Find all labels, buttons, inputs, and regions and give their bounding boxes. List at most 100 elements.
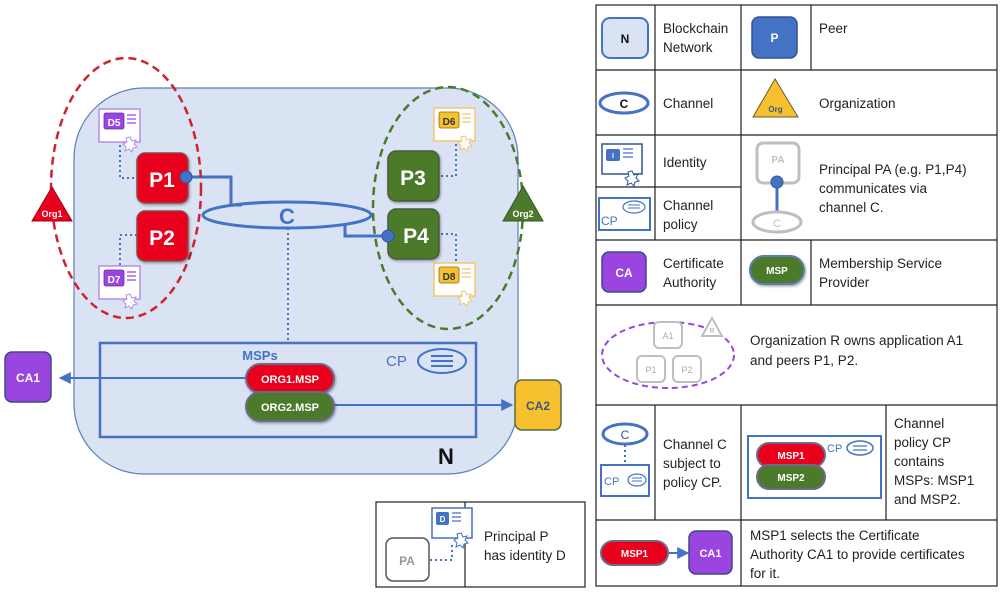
legend-ms-line-1: MSP1 selects the Certificate — [750, 528, 920, 543]
p1-channel-port — [179, 170, 193, 184]
legend-channel-policy-line-1: Channel — [663, 198, 713, 213]
msp-icon-label: MSP — [766, 266, 788, 277]
ca2-label: CA2 — [526, 399, 550, 413]
certificate-authority-CA1[interactable]: CA1 — [4, 351, 52, 403]
a1-icon-label: A1 — [662, 331, 673, 341]
ca-icon-label: CA — [615, 266, 633, 280]
org1-label: Org1 — [41, 209, 62, 219]
peer-icon-label: P — [770, 31, 778, 45]
cp-icon-label: CP — [601, 214, 618, 228]
p1-icon-label: P1 — [645, 365, 656, 375]
legend-peer: P Peer — [751, 16, 848, 59]
peer-P4[interactable]: P4 — [387, 208, 440, 260]
certificate-authority-CA2[interactable]: CA2 — [514, 379, 562, 431]
legend-ms-line-3: for it. — [750, 566, 780, 581]
peer-icon: P — [751, 16, 798, 59]
legend-msp-line-2: Provider — [819, 275, 870, 290]
org1-triangle-icon[interactable]: Org1 — [31, 186, 73, 222]
legend-ca: CA Certificate Authority — [601, 251, 728, 293]
cpc-msp2-label: MSP2 — [777, 473, 805, 484]
network-icon-label: N — [621, 32, 630, 46]
network-icon: N — [601, 17, 649, 59]
policy-document-icon — [417, 348, 467, 374]
cpc-msp1-label: MSP1 — [777, 451, 805, 462]
org1-msp-label: ORG1.MSP — [261, 374, 319, 386]
channel-icon-label: C — [620, 97, 629, 111]
legend-network-line-2: Network — [663, 40, 713, 55]
legend-cpc-line-1: Channel — [894, 416, 944, 431]
identity-icon-label: I — [612, 153, 614, 160]
legend-cs-line-1: Channel C — [663, 437, 727, 452]
org2-msp-label: ORG2.MSP — [261, 402, 319, 414]
svg-text:Principal PA (e.g. P1,P4): Principal PA (e.g. P1,P4) communicates v… — [819, 162, 970, 215]
d8-label: D8 — [443, 272, 456, 283]
p2-icon-label: P2 — [681, 365, 692, 375]
svg-text:Organization R owns applicatio: Organization R owns application A1 and p… — [750, 333, 967, 368]
legend-principal-line-1: Principal PA (e.g. P1,P4) — [819, 162, 967, 177]
svg-text:MSP1 selects the Certificate: MSP1 selects the Certificate Authority C… — [750, 528, 968, 581]
legend-channel: C Channel — [598, 91, 713, 115]
msp-org2[interactable]: ORG2.MSP — [245, 391, 335, 422]
legend-cpc-line-5: and MSP2. — [894, 492, 961, 507]
channel-subject-icon: C CP — [600, 422, 650, 497]
principal-pa-icon-label: PA — [771, 155, 784, 166]
org-icon-label: Org — [768, 105, 782, 114]
legend-identity-line-1: Identity — [663, 155, 707, 170]
channel-icon: C — [598, 91, 650, 115]
legend-organization-line-1: Organization — [819, 96, 896, 111]
svg-text:Peer: Peer — [819, 21, 848, 36]
principal-c-icon-label: C — [773, 218, 781, 230]
legend-identity: I Identity — [601, 143, 707, 187]
d7-label: D7 — [108, 275, 121, 286]
legend-cp-contains: MSP1 MSP2 CP Channel policy CP contains … — [747, 416, 978, 507]
identity-legend-line-1: Principal P — [484, 529, 549, 544]
channel-label: C — [279, 204, 295, 229]
legend-ms-line-2: Authority CA1 to provide certificates — [750, 547, 965, 562]
main-diagram: N C Org1 Org2 P1 P2 P3 P4 D5 D7 D6 D8 MS… — [4, 56, 562, 475]
identity-legend-line-2: has identity D — [484, 548, 566, 563]
svg-text:Certificate Authority: Certificate Authority — [663, 256, 728, 290]
org2-label: Org2 — [512, 209, 533, 219]
ms-msp1-label: MSP1 — [621, 549, 649, 560]
legend-channel-policy: CP Channel policy — [598, 197, 717, 232]
peer-P3[interactable]: P3 — [387, 150, 440, 202]
legend-network: N Blockchain Network — [601, 17, 732, 59]
p4-channel-port — [381, 229, 395, 243]
legend-channel-line-1: Channel — [663, 96, 713, 111]
svg-text:Channel policy: Channel policy — [663, 198, 717, 232]
msp-org1[interactable]: ORG1.MSP — [245, 363, 335, 394]
pa-label: PA — [399, 554, 415, 568]
identity-icon: I — [601, 143, 643, 187]
legend-channel-subject: C CP Channel C subject to policy CP. — [600, 422, 727, 497]
legend-org-owns: A1 P1 P2 R Organization R owns applicati… — [601, 315, 967, 389]
legend-org-owns-line-1: Organization R owns application A1 — [750, 333, 963, 348]
legend-cs-line-2: subject to — [663, 456, 721, 471]
msp-icon: MSP — [749, 255, 805, 285]
legend-cpc-line-3: contains — [894, 454, 945, 469]
d6-label: D6 — [443, 117, 456, 128]
legend-org-owns-line-2: and peers P1, P2. — [750, 353, 858, 368]
cs-cp-icon-label: CP — [604, 476, 619, 488]
peer-p4-label: P4 — [403, 225, 429, 248]
ms-ca1-label: CA1 — [699, 548, 721, 560]
legend-principal-line-2: communicates via — [819, 181, 928, 196]
legend-ca-line-1: Certificate — [663, 256, 724, 271]
svg-text:Channel: Channel — [663, 96, 713, 111]
svg-text:Blockchain Network: Blockchain Network — [663, 21, 732, 55]
ca-icon: CA — [601, 251, 647, 293]
peer-P2[interactable]: P2 — [136, 210, 189, 262]
svg-text:Channel policy CP: Channel policy CP contains MSPs: MSP1 an… — [894, 416, 978, 507]
cp-label: CP — [386, 353, 407, 370]
fabric-network-diagram: N C Org1 Org2 P1 P2 P3 P4 D5 D7 D6 D8 MS… — [4, 4, 998, 588]
legend-organization: Org Organization — [752, 78, 896, 118]
legend-principal: PA C Principal PA (e.g. P1,P4) communica… — [751, 141, 970, 234]
legend-msp: MSP Membership Service Provider — [749, 255, 942, 290]
legend-ca-line-2: Authority — [663, 275, 717, 290]
legend-table: N Blockchain Network P Peer C Channel Or… — [595, 4, 998, 587]
cpc-cp-label: CP — [827, 443, 842, 455]
legend-channel-policy-line-2: policy — [663, 217, 698, 232]
legend-msp-line-1: Membership Service — [819, 256, 942, 271]
legend-cs-line-3: policy CP. — [663, 475, 722, 490]
cp-contains-icon: MSP1 MSP2 CP — [747, 435, 882, 499]
ca1-label: CA1 — [16, 371, 40, 385]
